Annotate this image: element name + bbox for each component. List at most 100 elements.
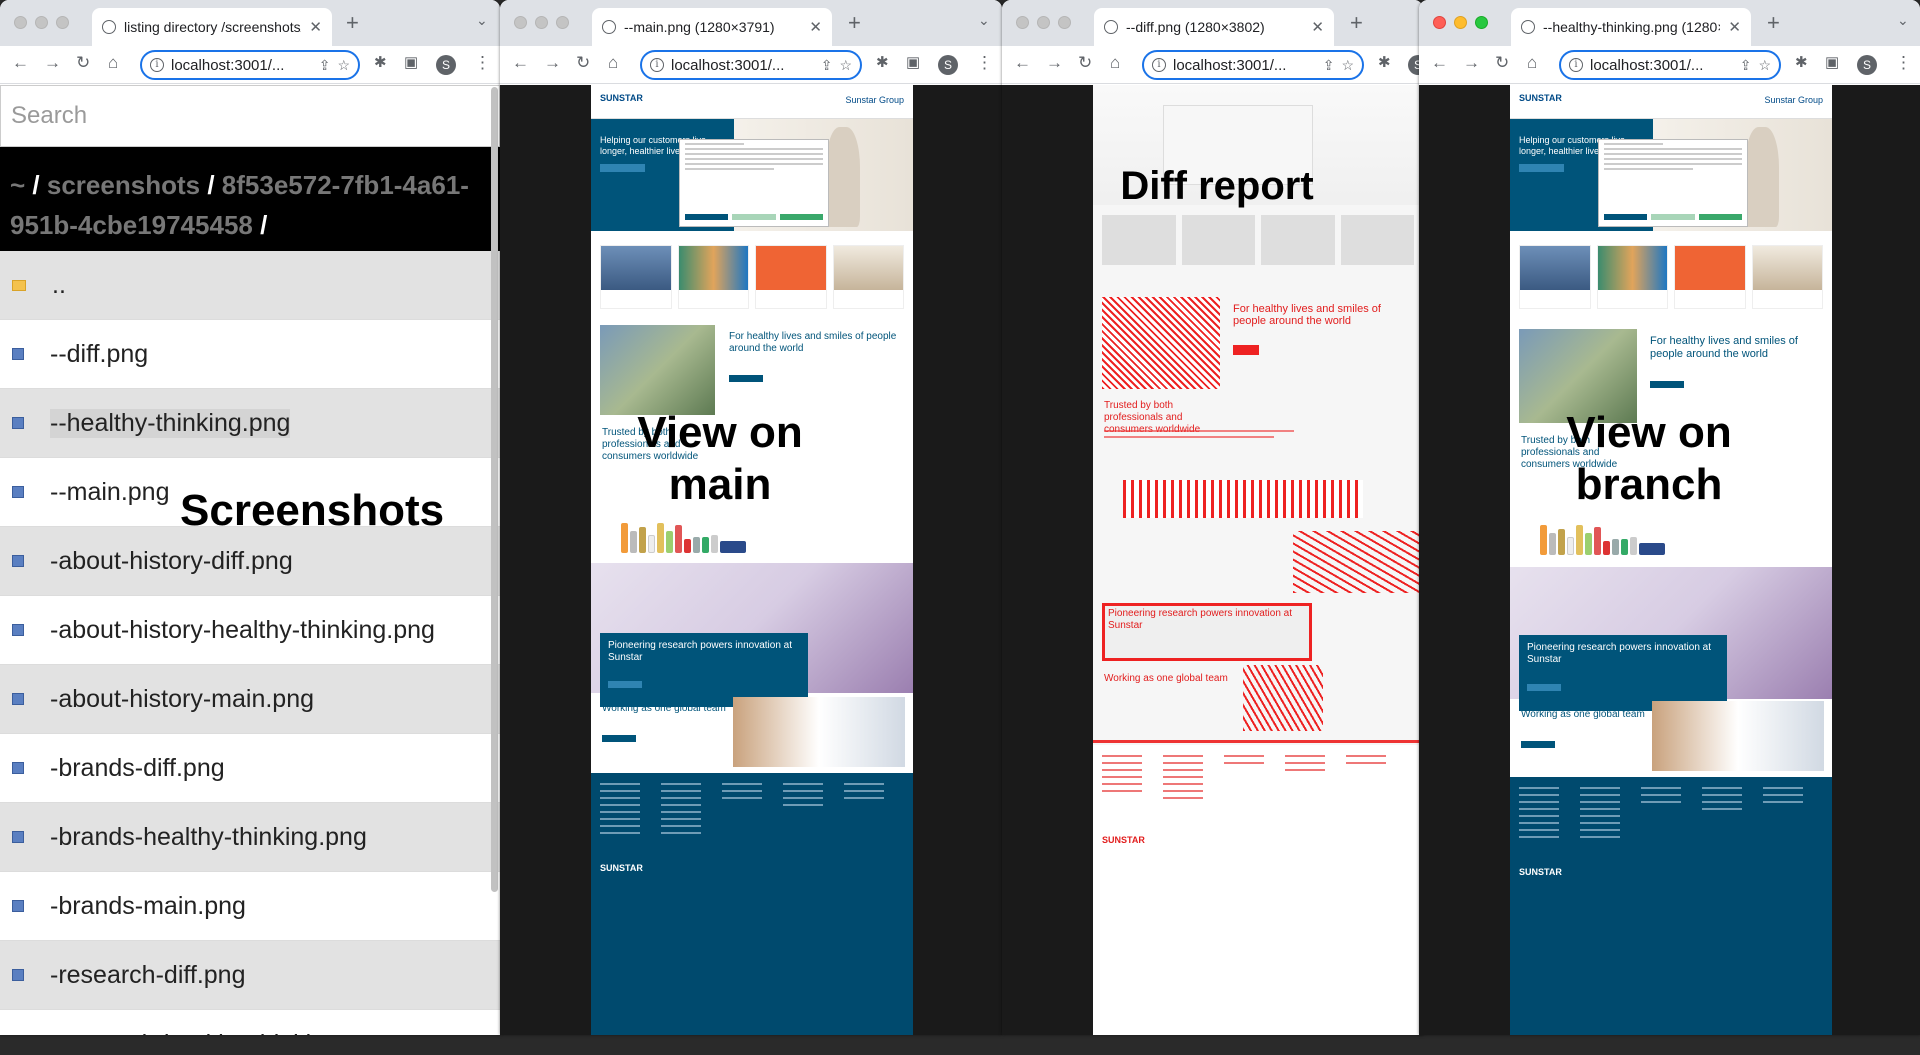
file-name-link[interactable]: -brands-healthy-thinking.png	[50, 823, 367, 852]
close-tab-icon[interactable]: ✕	[309, 18, 322, 36]
profile-avatar[interactable]: S	[1857, 55, 1877, 75]
back-icon[interactable]: ←	[1431, 53, 1448, 73]
site-info-icon[interactable]: i	[1569, 58, 1583, 72]
maximize-window-button[interactable]	[56, 16, 69, 29]
tab-search-icon[interactable]: ⌄	[476, 12, 488, 29]
share-icon[interactable]: ⇪	[319, 57, 331, 74]
back-icon[interactable]: ←	[12, 53, 29, 73]
reload-icon[interactable]: ↻	[76, 53, 90, 73]
address-bar[interactable]: i localhost:3001/... ⇪ ☆	[640, 50, 862, 80]
close-tab-icon[interactable]: ✕	[1311, 18, 1324, 36]
tab-search-icon[interactable]: ⌄	[978, 12, 990, 29]
file-name-link[interactable]: --healthy-thinking.png	[50, 408, 291, 438]
site-info-icon[interactable]: i	[150, 58, 164, 72]
file-row[interactable]: -research-healthy-thinking.png	[0, 1010, 500, 1036]
file-row[interactable]: --healthy-thinking.png	[0, 389, 500, 458]
site-info-icon[interactable]: i	[1152, 58, 1166, 72]
home-icon[interactable]: ⌂	[608, 53, 618, 73]
share-icon[interactable]: ⇪	[821, 57, 833, 74]
file-row[interactable]: ..	[0, 251, 500, 320]
profile-avatar[interactable]: S	[938, 55, 958, 75]
profile-avatar[interactable]: S	[436, 55, 456, 75]
share-icon[interactable]: ⇪	[1740, 57, 1752, 74]
home-icon[interactable]: ⌂	[108, 53, 118, 73]
breadcrumb-screenshots[interactable]: screenshots	[47, 170, 200, 200]
breadcrumb-root[interactable]: ~	[10, 170, 25, 200]
side-panel-icon[interactable]: ▣	[1825, 53, 1839, 71]
forward-icon[interactable]: →	[1046, 53, 1063, 73]
minimize-window-button[interactable]	[1037, 16, 1050, 29]
forward-icon[interactable]: →	[44, 53, 61, 73]
file-name-link[interactable]: -about-history-healthy-thinking.png	[50, 616, 435, 645]
branch-screenshot-image[interactable]: SUNSTAR Sunstar Group Helping our custom…	[1510, 85, 1832, 1035]
file-name-link[interactable]: -research-healthy-thinking.png	[50, 1030, 388, 1036]
extensions-icon[interactable]: ✱	[374, 53, 387, 71]
file-name-link[interactable]: --diff.png	[50, 340, 148, 369]
browser-tab[interactable]: --healthy-thinking.png (1280× ✕	[1511, 8, 1751, 46]
close-tab-icon[interactable]: ✕	[1728, 18, 1741, 36]
extensions-icon[interactable]: ✱	[1795, 53, 1808, 71]
close-window-button[interactable]	[514, 16, 527, 29]
file-row[interactable]: -brands-diff.png	[0, 734, 500, 803]
bookmark-star-icon[interactable]: ☆	[1341, 57, 1354, 74]
diff-screenshot-image[interactable]: For healthy lives and smiles of people a…	[1093, 85, 1423, 1035]
bookmark-star-icon[interactable]: ☆	[839, 57, 852, 74]
back-icon[interactable]: ←	[1014, 53, 1031, 73]
reload-icon[interactable]: ↻	[1495, 53, 1509, 73]
browser-tab[interactable]: --diff.png (1280×3802) ✕	[1094, 8, 1334, 46]
new-tab-button[interactable]: +	[848, 10, 861, 36]
forward-icon[interactable]: →	[544, 53, 561, 73]
home-icon[interactable]: ⌂	[1527, 53, 1537, 73]
file-row[interactable]: -brands-healthy-thinking.png	[0, 803, 500, 872]
address-bar[interactable]: i localhost:3001/... ⇪ ☆	[1142, 50, 1364, 80]
share-icon[interactable]: ⇪	[1323, 57, 1335, 74]
file-name-link[interactable]: --main.png	[50, 478, 170, 507]
new-tab-button[interactable]: +	[1350, 10, 1363, 36]
minimize-window-button[interactable]	[35, 16, 48, 29]
forward-icon[interactable]: →	[1463, 53, 1480, 73]
reload-icon[interactable]: ↻	[576, 53, 590, 73]
menu-icon[interactable]: ⋮	[474, 53, 491, 73]
side-panel-icon[interactable]: ▣	[906, 53, 920, 71]
extensions-icon[interactable]: ✱	[876, 53, 889, 71]
tab-search-icon[interactable]: ⌄	[1897, 12, 1909, 29]
file-row[interactable]: -brands-main.png	[0, 872, 500, 941]
maximize-window-button[interactable]	[1058, 16, 1071, 29]
side-panel-icon[interactable]: ▣	[404, 53, 418, 71]
minimize-window-button[interactable]	[535, 16, 548, 29]
reload-icon[interactable]: ↻	[1078, 53, 1092, 73]
minimize-window-button[interactable]	[1454, 16, 1467, 29]
file-name-link[interactable]: -about-history-diff.png	[50, 547, 293, 576]
scrollbar[interactable]	[491, 87, 498, 892]
new-tab-button[interactable]: +	[346, 10, 359, 36]
new-tab-button[interactable]: +	[1767, 10, 1780, 36]
file-name-link[interactable]: -about-history-main.png	[50, 685, 314, 714]
file-name-link[interactable]: -brands-diff.png	[50, 754, 225, 783]
bookmark-star-icon[interactable]: ☆	[1758, 57, 1771, 74]
file-row[interactable]: -research-diff.png	[0, 941, 500, 1010]
maximize-window-button[interactable]	[556, 16, 569, 29]
address-bar[interactable]: i localhost:3001/... ⇪ ☆	[140, 50, 360, 80]
file-row[interactable]: -about-history-main.png	[0, 665, 500, 734]
site-info-icon[interactable]: i	[650, 58, 664, 72]
file-row[interactable]: -about-history-diff.png	[0, 527, 500, 596]
browser-tab[interactable]: listing directory /screenshots/8f ✕	[92, 8, 332, 46]
bookmark-star-icon[interactable]: ☆	[337, 57, 350, 74]
file-row[interactable]: --diff.png	[0, 320, 500, 389]
maximize-window-button[interactable]	[1475, 16, 1488, 29]
menu-icon[interactable]: ⋮	[1895, 53, 1912, 73]
browser-tab[interactable]: --main.png (1280×3791) ✕	[592, 8, 832, 46]
close-window-button[interactable]	[14, 16, 27, 29]
close-tab-icon[interactable]: ✕	[809, 18, 822, 36]
file-name-link[interactable]: -brands-main.png	[50, 892, 246, 921]
close-window-button[interactable]	[1016, 16, 1029, 29]
file-row[interactable]: -about-history-healthy-thinking.png	[0, 596, 500, 665]
back-icon[interactable]: ←	[512, 53, 529, 73]
search-input[interactable]: Search	[0, 85, 500, 147]
file-name-link[interactable]: -research-diff.png	[50, 961, 245, 990]
extensions-icon[interactable]: ✱	[1378, 53, 1391, 71]
home-icon[interactable]: ⌂	[1110, 53, 1120, 73]
file-name-link[interactable]: ..	[52, 271, 66, 300]
menu-icon[interactable]: ⋮	[976, 53, 993, 73]
address-bar[interactable]: i localhost:3001/... ⇪ ☆	[1559, 50, 1781, 80]
